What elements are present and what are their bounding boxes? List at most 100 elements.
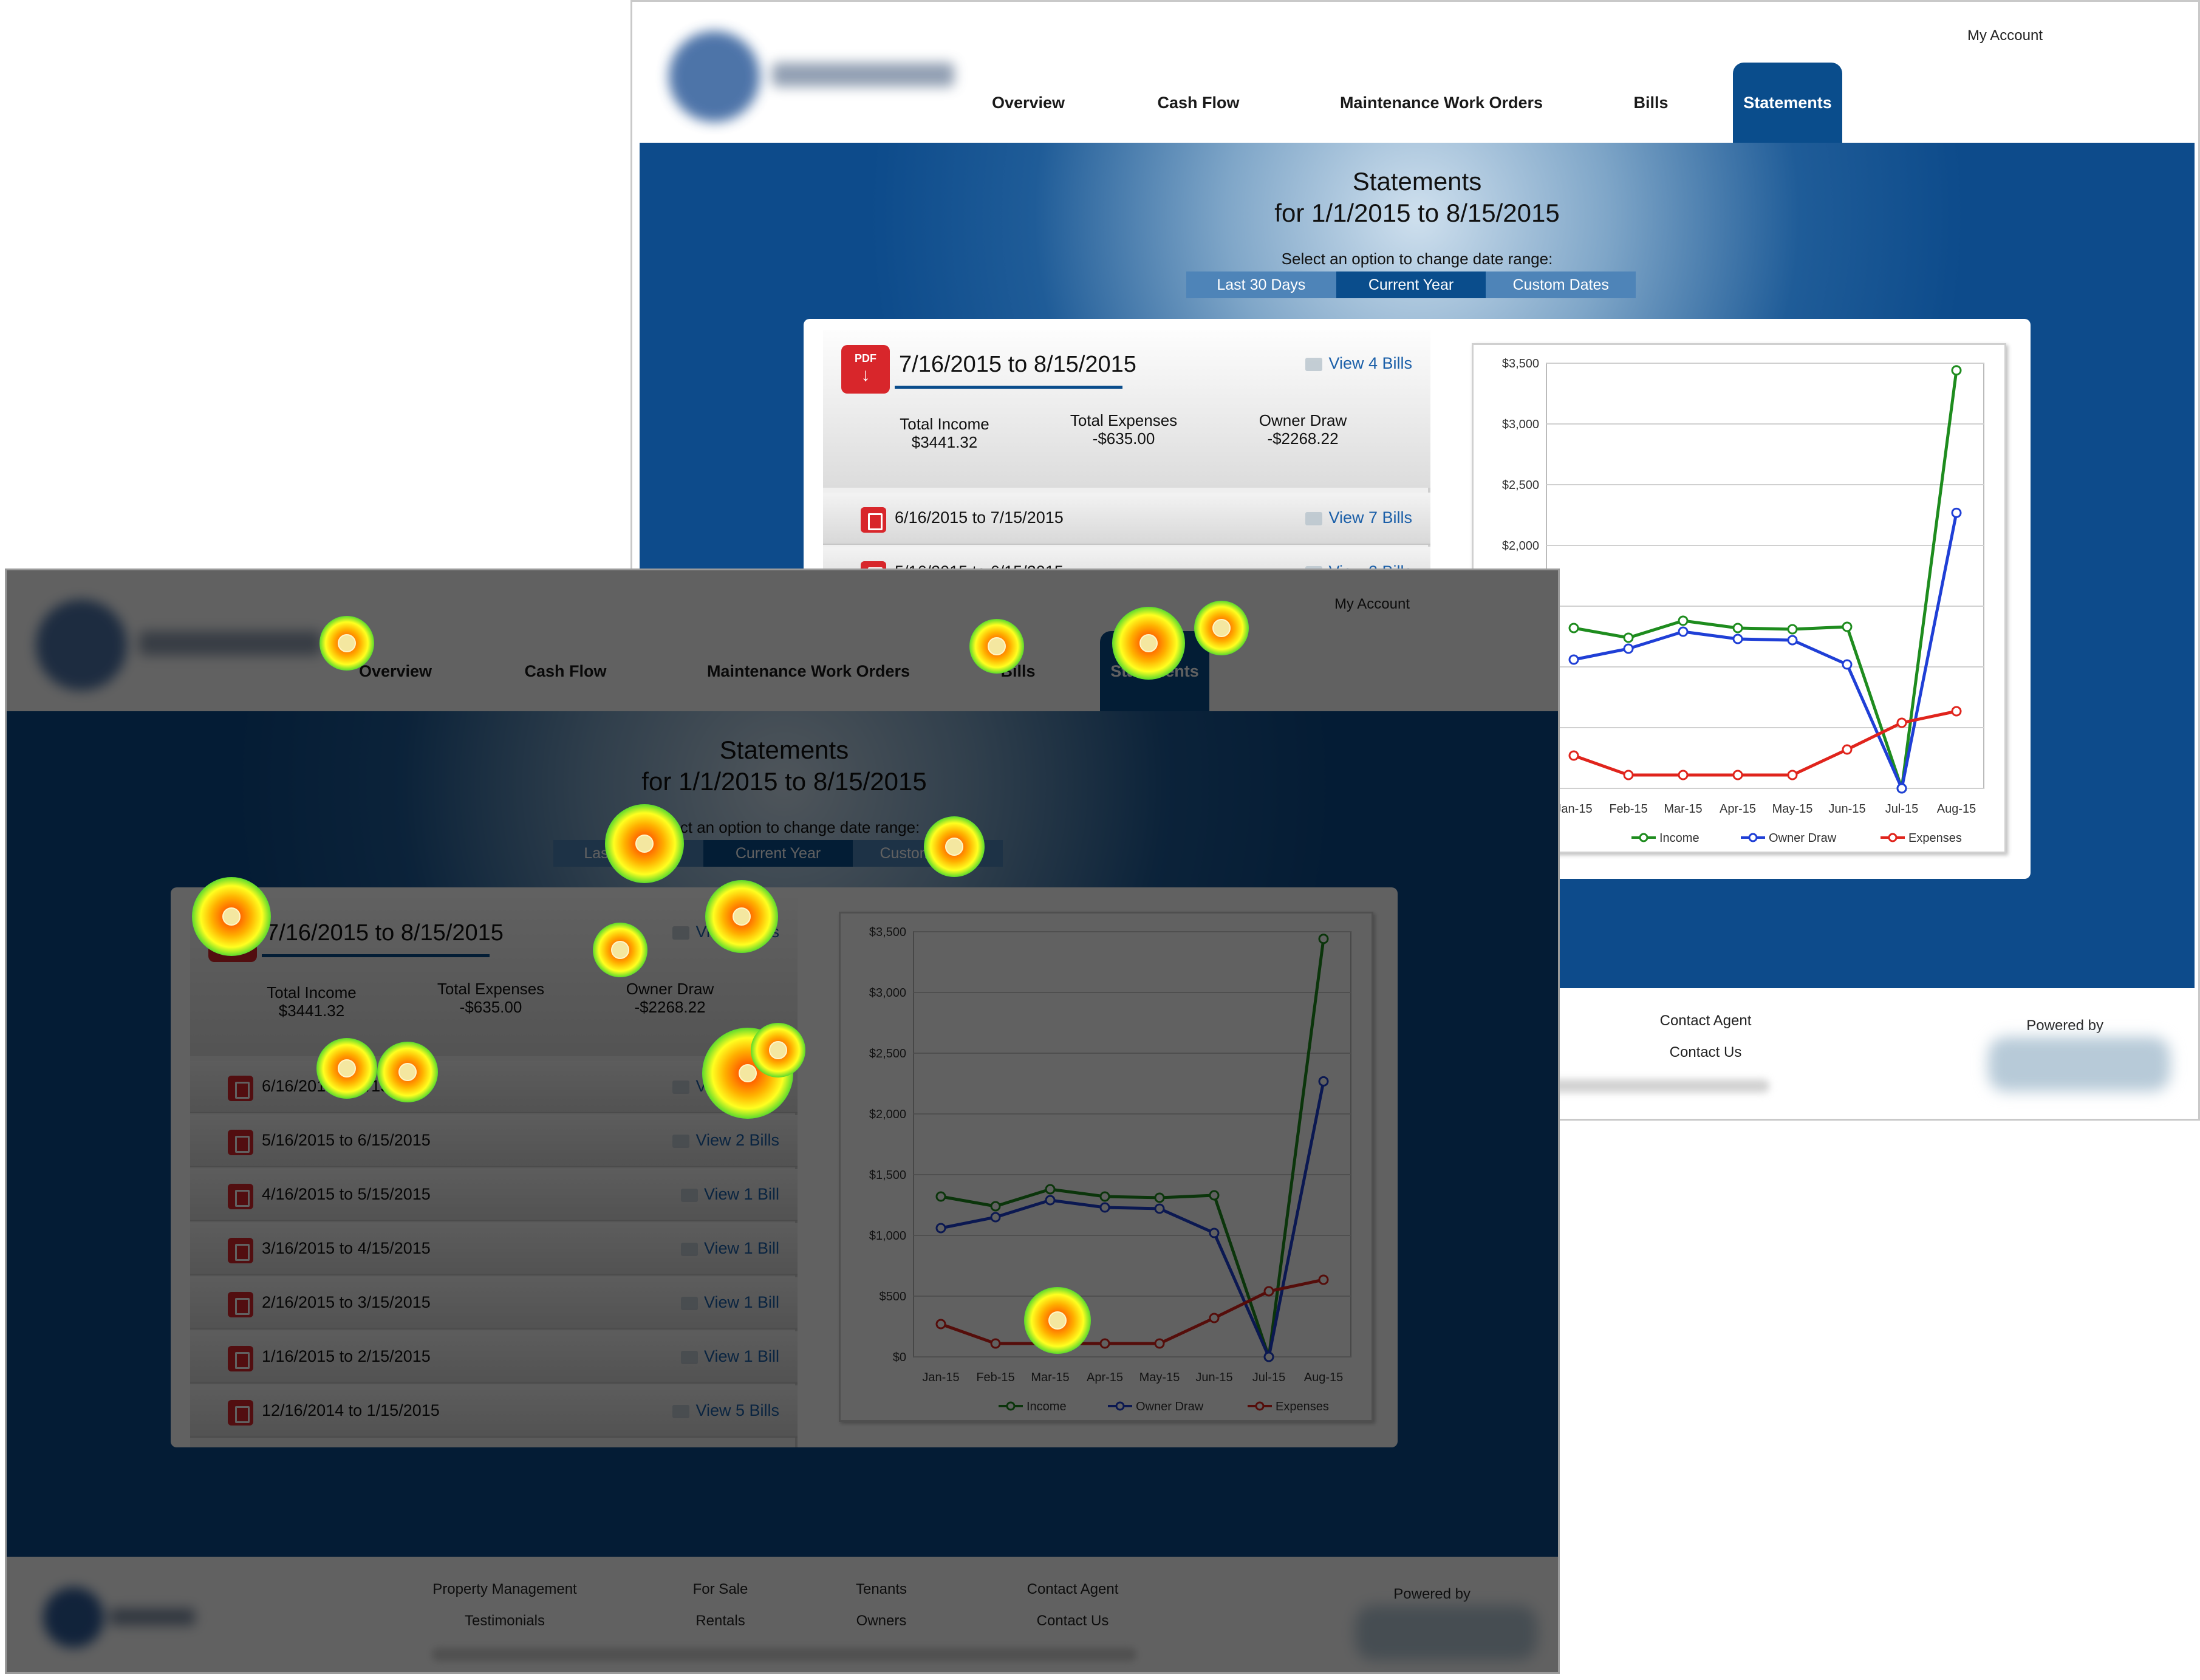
header: My Account Overview Cash Flow Maintenanc… [640,2,2195,143]
statement-row[interactable]: 1/16/2015 to 2/15/2015 View 1 Bill [190,1331,798,1384]
data-point [1951,365,1962,376]
data-point [1678,626,1689,637]
statement-row[interactable]: 3/16/2015 to 4/15/2015 View 1 Bill [190,1223,798,1275]
y-tick-label: $500 [880,1290,907,1303]
date-range-selector: Last 30 Days Current Year Custom Dates [1186,271,1636,298]
pdf-download-icon[interactable]: PDF ↓ [841,345,890,394]
page-subtitle: for 1/1/2015 to 8/15/2015 [1274,199,1560,227]
pdf-icon[interactable] [228,1184,253,1209]
range-custom-dates[interactable]: Custom Dates [853,840,1003,867]
statement-row[interactable]: 12/16/2014 to 1/15/2015 View 5 Bills [190,1385,798,1438]
main-nav: Overview Cash Flow Maintenance Work Orde… [7,631,1558,711]
footer-tenants[interactable]: Tenants [802,1581,960,1598]
data-point [1623,770,1634,780]
statement-row-range: 6/16/2015 to 7/15/2015 [262,1077,431,1095]
nav-statements[interactable]: Statements [1733,63,1842,143]
view-bills-link[interactable]: View 1 Bill [680,1185,779,1204]
nav-cash-flow[interactable]: Cash Flow [505,631,626,711]
data-point [1842,621,1853,632]
footer-copyright [432,1648,1136,1661]
data-point [1623,632,1634,643]
range-select-label: Select an option to change date range: [1281,250,1553,268]
y-tick-label: $1,000 [869,1229,906,1243]
x-tick-label: Aug-15 [1304,1371,1344,1384]
legend-label: Owner Draw [1136,1400,1204,1413]
data-point [1318,1274,1329,1285]
line-chart: $0 $500 $1,000 $1,500 $2,000 $2,500 $3,000 $3,5… [869,926,1351,1413]
data-point [1842,744,1853,755]
x-tick-label: Aug-15 [1937,802,1976,816]
footer-contact-us[interactable]: Contact Us [1627,1044,1785,1061]
range-current-year[interactable]: Current Year [1336,271,1486,298]
nav-overview[interactable]: Overview [968,63,1089,143]
data-point [1951,706,1962,717]
x-tick-label: Jun-15 [1195,1371,1232,1384]
y-tick-label: $3,000 [869,986,906,1000]
nav-bills[interactable]: Bills [1611,63,1690,143]
date-range-selector: Last 30 Days Current Year Custom Dates [553,840,1003,867]
data-point [990,1201,1001,1212]
footer-contact-agent[interactable]: Contact Agent [994,1581,1152,1598]
statements-stage: Statements for 1/1/2015 to 8/15/2015 Sel… [7,711,1558,1557]
statement-row[interactable]: 5/16/2015 to 6/15/2015 View 2 Bills [190,1115,798,1167]
range-last-30-days[interactable]: Last 30 Days [553,840,703,867]
legend-marker [1748,833,1758,842]
view-bills-link[interactable]: View 1 Bill [680,1347,779,1366]
pdf-icon[interactable] [228,1130,253,1155]
range-custom-dates[interactable]: Custom Dates [1486,271,1636,298]
statement-row[interactable]: 6/16/2015 to 7/15/2015 View 7 Bills [190,1061,798,1113]
data-point [1678,770,1689,780]
pdf-icon[interactable] [228,1238,253,1263]
pdf-icon[interactable] [228,1076,253,1101]
range-last-30-days[interactable]: Last 30 Days [1186,271,1336,298]
nav-maintenance-work-orders[interactable]: Maintenance Work Orders [1332,63,1551,143]
view-bills-link[interactable]: View 4 Bills [672,923,779,941]
footer-contact-agent[interactable]: Contact Agent [1627,1012,1785,1030]
pdf-download-icon[interactable]: PDF ↓ [208,913,257,962]
nav-cash-flow[interactable]: Cash Flow [1138,63,1259,143]
footer-logo[interactable] [31,1581,201,1660]
view-bills-link[interactable]: View 1 Bill [680,1239,779,1258]
data-point [1099,1338,1110,1349]
footer-testimonials[interactable]: Testimonials [426,1613,584,1630]
view-bills-link[interactable]: View 7 Bills [1305,508,1412,527]
statement-row[interactable]: 2/16/2015 to 3/15/2015 View 1 Bill [190,1277,798,1330]
powered-by-logo[interactable] [1988,1037,2170,1091]
data-point [1154,1192,1165,1203]
pdf-icon[interactable] [228,1400,253,1426]
view-bills-link[interactable]: View 5 Bills [672,1401,779,1420]
data-point [1045,1195,1056,1206]
footer-for-sale[interactable]: For Sale [641,1581,799,1598]
x-tick-label: May-15 [1139,1371,1180,1384]
nav-bills[interactable]: Bills [979,631,1057,711]
pdf-icon[interactable] [228,1346,253,1371]
statements-panel: PDF ↓ 7/16/2015 to 8/15/2015 View 4 Bills… [171,887,1398,1447]
statement-row-range: 1/16/2015 to 2/15/2015 [262,1347,431,1365]
pdf-icon[interactable] [228,1292,253,1317]
footer-property-management[interactable]: Property Management [426,1581,584,1598]
nav-maintenance-work-orders[interactable]: Maintenance Work Orders [699,631,918,711]
nav-overview[interactable]: Overview [335,631,456,711]
view-bills-link[interactable]: View 4 Bills [1305,354,1412,373]
current-statement: PDF ↓ 7/16/2015 to 8/15/2015 View 4 Bills… [823,330,1430,488]
my-account-link[interactable]: My Account [1334,596,1410,613]
nav-statements[interactable]: Statements [1100,631,1209,711]
powered-by-logo[interactable] [1355,1605,1537,1660]
data-point [1842,659,1853,670]
view-bills-link[interactable]: View 2 Bills [672,1131,779,1150]
statement-row[interactable]: 4/16/2015 to 5/15/2015 View 1 Bill [190,1169,798,1221]
footer-contact-us[interactable]: Contact Us [994,1613,1152,1630]
statement-row[interactable]: 6/16/2015 to 7/15/2015 View 7 Bills [823,493,1430,545]
data-point [1896,783,1907,794]
range-current-year[interactable]: Current Year [703,840,853,867]
main-nav: Overview Cash Flow Maintenance Work Orde… [640,63,2195,143]
view-bills-link[interactable]: View 1 Bill [680,1293,779,1312]
data-point [1045,1338,1056,1349]
footer-rentals[interactable]: Rentals [641,1613,799,1630]
total-income: Total Income $3441.32 [267,983,357,1020]
pdf-icon[interactable] [861,507,886,533]
view-bills-link[interactable]: View 7 Bills [672,1077,779,1096]
footer-owners[interactable]: Owners [802,1613,960,1630]
bill-icon [672,1134,690,1148]
my-account-link[interactable]: My Account [1967,27,2043,44]
